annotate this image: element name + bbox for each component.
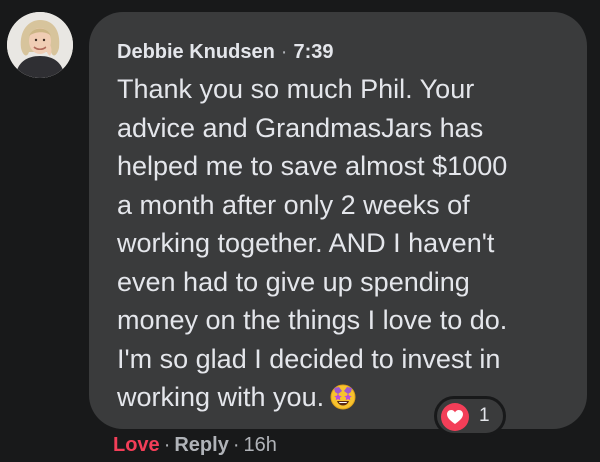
heart-icon	[441, 403, 469, 431]
actions-separator: ·	[232, 434, 240, 456]
header-separator: ·	[280, 41, 288, 63]
comment-text: Thank you so much Phil. Your advice and …	[117, 74, 508, 412]
actions-separator: ·	[163, 434, 171, 456]
reaction-summary[interactable]: 1	[434, 396, 506, 436]
comment-body: Thank you so much Phil. Your advice and …	[117, 70, 579, 417]
love-button[interactable]: Love	[113, 434, 160, 456]
comment-age[interactable]: 16h	[244, 434, 277, 456]
comment-header: Debbie Knudsen · 7:39	[117, 40, 334, 64]
reply-button[interactable]: Reply	[174, 434, 228, 456]
avatar[interactable]	[7, 12, 73, 78]
star-struck-emoji-icon	[330, 382, 356, 410]
comment-time[interactable]: 7:39	[293, 41, 333, 63]
profile-photo	[7, 12, 73, 78]
comment-bubble: Debbie Knudsen · 7:39 Thank you so much Ph…	[89, 12, 587, 429]
author-name[interactable]: Debbie Knudsen	[117, 41, 275, 63]
comment-actions: Love · Reply · 16h	[113, 432, 277, 458]
reaction-count: 1	[479, 405, 490, 426]
